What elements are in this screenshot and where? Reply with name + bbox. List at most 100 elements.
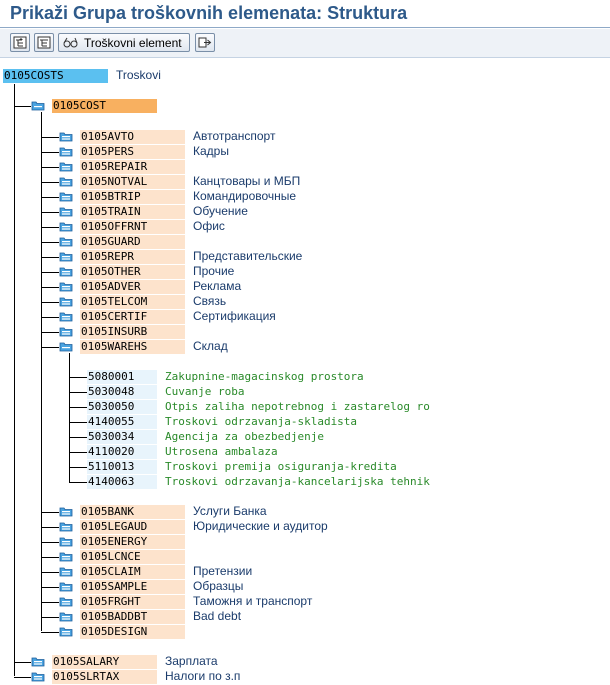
node-code: 0105WAREHS: [81, 340, 148, 353]
tree-connector-horizontal: [41, 302, 59, 303]
tree-connector-horizontal: [41, 272, 59, 273]
tree-connector-horizontal: [69, 437, 87, 438]
tree-connector-horizontal: [41, 632, 59, 633]
folder-icon[interactable]: [59, 266, 73, 277]
tree-connector-horizontal: [14, 106, 31, 107]
node-code: 0105SLRTAX: [53, 670, 120, 683]
folder-icon[interactable]: [59, 206, 73, 217]
folder-icon[interactable]: [59, 566, 73, 577]
tree-connector-horizontal: [69, 452, 87, 453]
group-node-code: 0105COST: [53, 99, 106, 112]
folder-icon[interactable]: [59, 161, 73, 172]
tree-connector-horizontal: [69, 482, 87, 483]
cost-element-label: Troškovni element: [84, 35, 182, 50]
cost-element-description: Troskovi premija osiguranja-kredita: [165, 460, 397, 473]
node-description: Прочие: [193, 264, 235, 278]
folder-icon[interactable]: [59, 611, 73, 622]
title-divider: [0, 27, 610, 28]
cost-element-code: 5030048: [88, 385, 135, 398]
folder-icon[interactable]: [59, 191, 73, 202]
node-description: Претензии: [193, 564, 253, 578]
folder-icon[interactable]: [59, 341, 73, 352]
tree-connector-horizontal: [41, 317, 59, 318]
tree-connector-horizontal: [41, 512, 59, 513]
node-code: 0105ENERGY: [81, 535, 148, 548]
node-description: Реклама: [193, 279, 242, 293]
folder-icon[interactable]: [59, 536, 73, 547]
folder-icon[interactable]: [59, 281, 73, 292]
toolbar: Troškovni element: [0, 29, 610, 58]
node-description: Автотранспорт: [193, 129, 276, 143]
folder-icon[interactable]: [59, 581, 73, 592]
node-code: 0105GUARD: [81, 235, 141, 248]
tree-connector-horizontal: [69, 422, 87, 423]
tree-connector-horizontal: [69, 392, 87, 393]
cost-element-code: 4140063: [88, 475, 135, 488]
cost-element-description: Troskovi odrzavanja-skladista: [165, 415, 358, 428]
folder-icon[interactable]: [59, 176, 73, 187]
folder-icon[interactable]: [59, 236, 73, 247]
node-code: 0105ADVER: [81, 280, 141, 293]
node-description: Юридические и аудитор: [193, 519, 328, 533]
folder-icon[interactable]: [59, 326, 73, 337]
tree-connector-horizontal: [41, 137, 59, 138]
node-description: Представительские: [193, 249, 303, 263]
tree-connector-horizontal: [41, 347, 59, 348]
collapse-subtree-button[interactable]: [34, 33, 54, 52]
node-description: Зарплата: [165, 654, 218, 668]
tree-connector-vertical: [41, 112, 42, 631]
cost-element-description: Cuvanje roba: [165, 385, 245, 398]
folder-icon[interactable]: [31, 100, 45, 111]
node-description: Офис: [193, 219, 225, 233]
tree-connector-horizontal: [41, 212, 59, 213]
expand-subtree-icon: [13, 36, 27, 49]
node-code: 0105BTRIP: [81, 190, 141, 203]
node-description: Командировочные: [193, 189, 297, 203]
node-code: 0105TRAIN: [81, 205, 141, 218]
node-code: 0105LCNCE: [81, 550, 141, 563]
tree-connector-horizontal: [41, 227, 59, 228]
expand-subtree-button[interactable]: [10, 33, 30, 52]
folder-icon[interactable]: [59, 551, 73, 562]
node-code: 0105REPR: [81, 250, 134, 263]
tree-connector-horizontal: [41, 542, 59, 543]
cost-element-code: 5030034: [88, 430, 135, 443]
folder-icon[interactable]: [59, 506, 73, 517]
folder-icon[interactable]: [59, 596, 73, 607]
node-code: 0105FRGHT: [81, 595, 141, 608]
collapse-subtree-icon: [37, 36, 51, 49]
cost-element-description: Utrosena ambalaza: [165, 445, 278, 458]
node-description: Кадры: [193, 144, 229, 158]
cost-element-button[interactable]: Troškovni element: [58, 33, 190, 52]
tree-connector-horizontal: [41, 602, 59, 603]
tree-connector-horizontal: [41, 182, 59, 183]
folder-icon[interactable]: [59, 311, 73, 322]
tree-connector-horizontal: [41, 257, 59, 258]
node-description: Сертификация: [193, 309, 276, 323]
tree-connector-horizontal: [41, 527, 59, 528]
node-description: Bad debt: [193, 609, 242, 623]
node-code: 0105SALARY: [53, 655, 120, 668]
node-description: Обучение: [193, 204, 248, 218]
node-description: Связь: [193, 294, 227, 308]
node-code: 0105OTHER: [81, 265, 141, 278]
folder-icon[interactable]: [59, 146, 73, 157]
folder-icon[interactable]: [31, 671, 45, 682]
folder-icon[interactable]: [59, 251, 73, 262]
navigate-button[interactable]: [195, 33, 215, 52]
tree-connector-horizontal: [41, 557, 59, 558]
cost-element-code: 4140055: [88, 415, 135, 428]
folder-icon[interactable]: [31, 656, 45, 667]
tree-connector-horizontal: [41, 152, 59, 153]
node-code: 0105DESIGN: [81, 625, 148, 638]
folder-icon[interactable]: [59, 521, 73, 532]
folder-icon[interactable]: [59, 626, 73, 637]
node-description: Услуги Банка: [193, 504, 267, 518]
node-description: Образцы: [193, 579, 244, 593]
page-title: Prikaži Grupa troškovnih elemenata: Stru…: [10, 3, 408, 23]
folder-icon[interactable]: [59, 131, 73, 142]
folder-icon[interactable]: [59, 221, 73, 232]
folder-icon[interactable]: [59, 296, 73, 307]
tree-connector-horizontal: [41, 242, 59, 243]
cost-element-code: 5030050: [88, 400, 135, 413]
